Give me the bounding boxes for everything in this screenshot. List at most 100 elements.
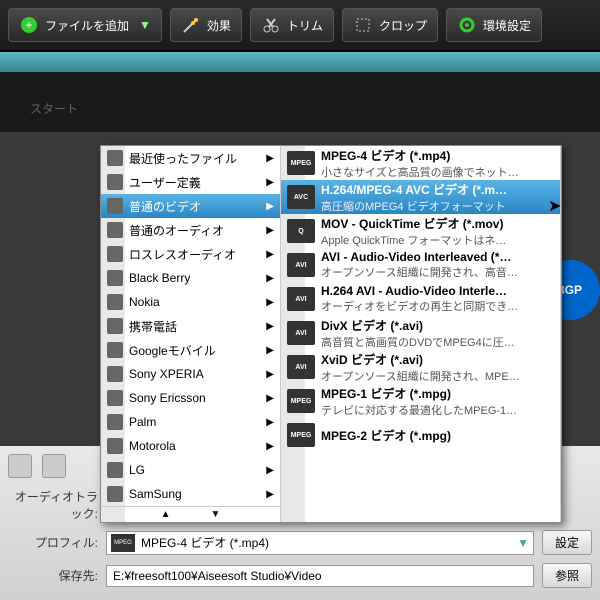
category-icon <box>107 462 123 478</box>
profile-format-icon: MPEG <box>111 534 135 552</box>
format-desc: Apple QuickTime フォーマットはネ… <box>321 232 506 248</box>
category-item[interactable]: Googleモバイル ▶ <box>101 338 280 362</box>
format-desc: 小さなサイズと高品質の画像でネット… <box>321 164 519 180</box>
trim-button[interactable]: トリム <box>250 8 334 42</box>
profile-settings-button[interactable]: 設定 <box>542 530 592 555</box>
format-desc: 高圧縮のMPEG4 ビデオフォーマット <box>321 198 507 214</box>
format-title: AVI - Audio-Video Interleaved (*… <box>321 250 518 264</box>
category-item[interactable]: Sony Ericsson ▶ <box>101 386 280 410</box>
page-title: スタート <box>30 102 78 116</box>
chevron-right-icon: ▶ <box>266 465 274 476</box>
category-item[interactable]: LG▶ <box>101 458 280 482</box>
category-item[interactable]: Nokia▶ <box>101 290 280 314</box>
category-icon <box>107 318 123 334</box>
format-item[interactable]: MPEGMPEG-2 ビデオ (*.mpg) <box>281 418 560 452</box>
format-title: XviD ビデオ (*.avi) <box>321 351 520 368</box>
category-label: 最近使ったファイル <box>129 150 237 167</box>
save-row: 保存先: 参照 <box>8 559 592 592</box>
save-path-input[interactable] <box>106 565 534 587</box>
format-icon: AVI <box>287 287 315 311</box>
chevron-down-icon[interactable]: ▼ <box>517 536 529 550</box>
category-label: Googleモバイル <box>129 342 216 359</box>
audio-track-label: オーディオトラック: <box>8 488 98 522</box>
browse-button[interactable]: 参照 <box>542 563 592 588</box>
crop-button[interactable]: クロップ <box>342 8 438 42</box>
mini-tool-2[interactable] <box>42 454 66 478</box>
profile-select[interactable]: MPEG MPEG-4 ビデオ (*.mp4) ▼ <box>106 531 534 555</box>
chevron-right-icon: ▶ <box>266 345 274 356</box>
category-item[interactable]: Palm▶ <box>101 410 280 434</box>
profile-label: プロフィル: <box>8 534 98 551</box>
scroll-nav: ▲▼ <box>101 506 280 522</box>
crop-icon <box>353 15 373 35</box>
chevron-right-icon: ▶ <box>266 201 274 212</box>
chevron-right-icon: ▶ <box>266 393 274 404</box>
profile-value: MPEG-4 ビデオ (*.mp4) <box>141 534 517 551</box>
category-label: Sony Ericsson <box>129 391 206 405</box>
category-label: SamSung <box>129 487 182 501</box>
trim-label: トリム <box>287 17 323 34</box>
category-icon <box>107 294 123 310</box>
chevron-right-icon: ▶ <box>266 441 274 452</box>
format-desc: テレビに対応する最適化したMPEG-1… <box>321 402 517 418</box>
scroll-up-icon[interactable]: ▲ <box>161 509 171 520</box>
chevron-right-icon: ▶ <box>266 225 274 236</box>
format-menu: 最近使ったファイル▶ユーザー定義▶普通のビデオ▶普通のオーディオ▶ロスレスオーデ… <box>100 145 562 523</box>
category-item[interactable]: ユーザー定義 ▶ <box>101 170 280 194</box>
category-icon <box>107 366 123 382</box>
format-item[interactable]: AVIXviD ビデオ (*.avi)オープンソース組織に開発され、MPE… <box>281 350 560 384</box>
format-item[interactable]: MPEGMPEG-1 ビデオ (*.mpg)テレビに対応する最適化したMPEG-… <box>281 384 560 418</box>
category-icon <box>107 486 123 502</box>
chevron-right-icon: ▶ <box>266 177 274 188</box>
format-icon: MPEG <box>287 151 315 175</box>
profile-row: プロフィル: MPEG MPEG-4 ビデオ (*.mp4) ▼ 設定 <box>8 526 592 559</box>
svg-text:+: + <box>25 18 32 32</box>
settings-button[interactable]: 環境設定 <box>446 8 542 42</box>
category-icon <box>107 222 123 238</box>
crop-label: クロップ <box>379 17 427 34</box>
format-title: H.264/MPEG-4 AVC ビデオ (*.m… <box>321 181 507 198</box>
format-item[interactable]: AVIH.264 AVI - Audio-Video Interle…オーディオ… <box>281 282 560 316</box>
effect-button[interactable]: 効果 <box>170 8 242 42</box>
format-item[interactable]: AVIAVI - Audio-Video Interleaved (*…オープン… <box>281 248 560 282</box>
category-item[interactable]: Motorola▶ <box>101 434 280 458</box>
category-item[interactable]: 携帯電話▶ <box>101 314 280 338</box>
category-label: 普通のビデオ <box>129 198 201 215</box>
category-item[interactable]: 最近使ったファイル▶ <box>101 146 280 170</box>
category-item[interactable]: ロスレスオーディオ▶ <box>101 242 280 266</box>
format-item[interactable]: MPEG MPEG-4 ビデオ (*.mp4)小さなサイズと高品質の画像でネット… <box>281 146 560 180</box>
add-file-icon: + <box>19 15 39 35</box>
save-label: 保存先: <box>8 567 98 584</box>
chevron-right-icon: ▶ <box>266 369 274 380</box>
format-item[interactable]: QMOV - QuickTime ビデオ (*.mov)Apple QuickT… <box>281 214 560 248</box>
category-item[interactable]: 普通のオーディオ▶ <box>101 218 280 242</box>
category-label: Black Berry <box>129 271 190 285</box>
chevron-right-icon: ▶ <box>266 273 274 284</box>
dropdown-arrow-icon[interactable]: ▼ <box>139 18 151 32</box>
format-title: MPEG-4 ビデオ (*.mp4) <box>321 147 519 164</box>
category-icon <box>107 438 123 454</box>
format-desc: オーディオをビデオの再生と同期でき… <box>321 298 518 314</box>
category-label: ユーザー定義 <box>129 174 201 191</box>
mini-tool-1[interactable] <box>8 454 32 478</box>
category-item[interactable]: 普通のビデオ ▶ <box>101 194 280 218</box>
category-icon <box>107 150 123 166</box>
category-label: Sony XPERIA <box>129 367 204 381</box>
format-title: MOV - QuickTime ビデオ (*.mov) <box>321 215 506 232</box>
category-item[interactable]: SamSung▶ <box>101 482 280 506</box>
scroll-down-icon[interactable]: ▼ <box>211 509 221 520</box>
format-title: DivX ビデオ (*.avi) <box>321 317 515 334</box>
format-title: MPEG-2 ビデオ (*.mpg) <box>321 427 451 444</box>
category-label: Nokia <box>129 295 160 309</box>
format-title: MPEG-1 ビデオ (*.mpg) <box>321 385 517 402</box>
format-item[interactable]: AVIDivX ビデオ (*.avi)高音質と高画質のDVDでMPEG4に圧… <box>281 316 560 350</box>
format-item[interactable]: AVCH.264/MPEG-4 AVC ビデオ (*.m…高圧縮のMPEG4 ビ… <box>281 180 560 214</box>
category-item[interactable]: Sony XPERIA ▶ <box>101 362 280 386</box>
category-icon <box>107 246 123 262</box>
chevron-right-icon: ▶ <box>266 321 274 332</box>
category-item[interactable]: Black Berry ▶ <box>101 266 280 290</box>
content-header: スタート <box>0 72 600 132</box>
add-file-button[interactable]: + ファイルを追加 ▼ <box>8 8 162 42</box>
format-icon: AVI <box>287 253 315 277</box>
gear-icon <box>457 15 477 35</box>
